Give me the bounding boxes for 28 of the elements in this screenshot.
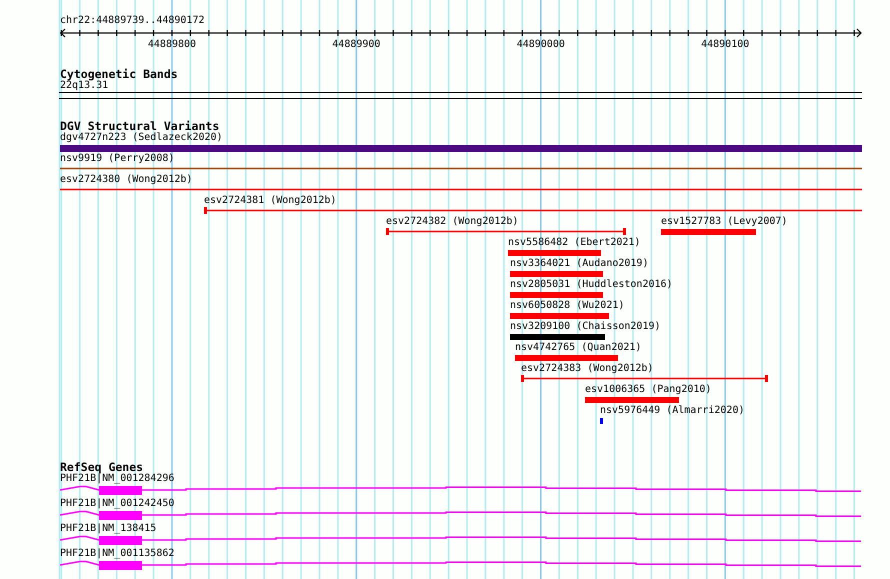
location-label: chr22:44889739..44890172 [60, 14, 204, 27]
variant-label: esv1527783 (Levy2007) [661, 216, 788, 228]
track-title: RefSeq Genes [60, 461, 144, 473]
variant-label: nsv4742765 (Quan2021) [515, 342, 642, 354]
variant-label: esv2724380 (Wong2012b) [60, 174, 192, 186]
track-title: Cytogenetic Bands [60, 68, 178, 80]
variant-label: esv1006365 (Pang2010) [585, 384, 712, 396]
variant-label: nsv9919 (Perry2008) [60, 153, 174, 165]
variant-label: nsv5976449 (Almarri2020) [600, 405, 744, 417]
variant-label: dgv4727n223 (Sedlazeck2020) [60, 132, 223, 144]
variant-label: nsv6050828 (Wu2021) [510, 300, 624, 312]
track-title: DGV Structural Variants [60, 120, 220, 132]
tick-label: 44889800 [148, 39, 196, 51]
tick-label: 44890000 [516, 39, 565, 51]
variant-label: esv2724381 (Wong2012b) [204, 195, 336, 207]
variant-label: nsv5586482 (Ebert2021) [508, 237, 640, 249]
variant-label: nsv3209100 (Chaisson2019) [510, 321, 661, 333]
variant-label: esv2724383 (Wong2012b) [521, 363, 654, 375]
variant-label: nsv3364021 (Audano2019) [510, 258, 648, 270]
tick-label: 44890100 [701, 39, 750, 51]
gene-label: PHF21B|NM_001284296 [60, 473, 174, 485]
band-label: 22q13.31 [60, 80, 108, 92]
variant-label: esv2724382 (Wong2012b) [386, 216, 518, 228]
variant-label: nsv2805031 (Huddleston2016) [510, 279, 673, 291]
tick-label: 44889900 [332, 39, 380, 51]
gene-label: PHF21B|NM_001242450 [60, 498, 174, 510]
gene-label: PHF21B|NM_001135862 [60, 548, 174, 560]
gene-label: PHF21B|NM_138415 [60, 523, 156, 535]
